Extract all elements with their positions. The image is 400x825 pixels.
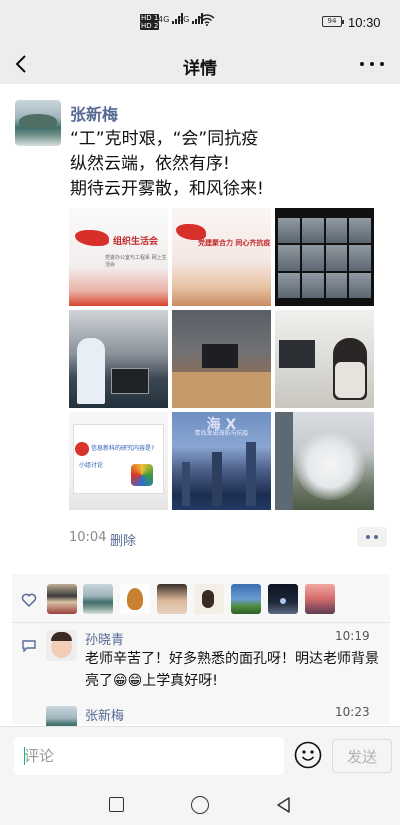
post-line: 期待云开雾散，和风徐来! [70, 179, 264, 199]
tower-shape [246, 442, 256, 506]
photo-subtitle: 党委办公室与工程系 网上生活会 [105, 255, 167, 268]
tower-shape [212, 452, 222, 506]
liker-avatar[interactable] [47, 584, 77, 614]
photo-monitor [279, 340, 315, 368]
recent-apps-icon[interactable] [109, 797, 124, 812]
text-caret [24, 747, 25, 765]
battery-icon: 94 [322, 16, 344, 27]
flag-icon [75, 230, 109, 246]
page-title: 详情 [183, 59, 217, 79]
likes-comments-panel: 孙晓青 10:19 老师辛苦了！好多熟悉的面孔呀！明达老师背景亮了😁😁上学真好呀… [12, 574, 390, 737]
comment-time: 10:19 [335, 629, 370, 643]
photo-thumbnail[interactable] [275, 208, 374, 306]
divider [12, 622, 390, 623]
photo-watermark: 海 X [206, 417, 237, 433]
sim2-label: HD 2 [140, 22, 160, 30]
photo-grid: 组织生活会 党委办公室与工程系 网上生活会 党建聚合力 同心齐抗疫 信息新科的研… [69, 208, 374, 510]
liker-avatar[interactable] [120, 584, 150, 614]
photo-thumbnail[interactable] [69, 310, 168, 408]
photo-title: 组织生活会 [113, 237, 159, 247]
photo-thumbnail[interactable] [172, 310, 271, 408]
photo-thumbnail[interactable] [275, 412, 374, 510]
photo-thumbnail[interactable]: 组织生活会 党委办公室与工程系 网上生活会 [69, 208, 168, 306]
blossom-tree [295, 430, 365, 500]
delete-link[interactable]: 删除 [110, 530, 136, 549]
liker-avatar[interactable] [231, 584, 261, 614]
photo-person [333, 338, 367, 400]
building-shape [275, 412, 293, 510]
post-timestamp: 10:04 [69, 530, 107, 545]
sim1-label: HD 1 [140, 14, 160, 22]
photo-monitor [202, 344, 238, 368]
commenter-name[interactable]: 孙晓青 [85, 629, 124, 648]
title-bar: 详情 [0, 44, 400, 84]
wifi-icon [199, 14, 215, 26]
author-name[interactable]: 张新梅 [70, 101, 118, 125]
photo-thumbnail[interactable] [275, 310, 374, 408]
comment-text: 老师辛苦了！好多熟悉的面孔呀！明达老师背景亮了😁😁上学真好呀! [85, 651, 379, 689]
status-bar: HD 1 HD 2 4G 4G 94 10:30 [0, 0, 400, 44]
photo-person [77, 338, 105, 404]
send-button[interactable]: 发送 [332, 739, 392, 773]
emoji-icon[interactable] [294, 741, 322, 769]
liker-avatar[interactable] [268, 584, 298, 614]
post-line: “工”克时艰，“会”同抗疫 [70, 129, 259, 149]
system-nav-bar [0, 782, 400, 825]
comment-time: 10:23 [335, 705, 370, 719]
more-dots-icon[interactable] [360, 54, 384, 74]
slide-label: 小组讨论 [79, 462, 104, 469]
photo-thumbnail[interactable]: 党建聚合力 同心齐抗疫 [172, 208, 271, 306]
commenter-avatar[interactable] [46, 630, 77, 661]
comment-input[interactable] [14, 737, 284, 775]
photo-thumbnail[interactable]: 青岛发出海防与抗疫 海 X [172, 412, 271, 510]
video-call-tiles [278, 218, 371, 298]
comment-input-bar: 发送 [0, 726, 400, 782]
slide-question: 信息新科的研究内容是? [91, 445, 155, 452]
like-comment-button[interactable] [357, 527, 387, 547]
photo-monitor [111, 368, 149, 394]
post-line: 纵然云端，依然有序! [70, 154, 230, 174]
back-triangle-icon[interactable] [275, 796, 293, 814]
photo-title: 党建聚合力 同心齐抗疫 [198, 239, 271, 247]
comment-icon [22, 640, 36, 652]
heart-icon [21, 593, 37, 608]
clock: 10:30 [348, 15, 381, 30]
author-avatar[interactable] [15, 100, 61, 146]
cube-icon [131, 464, 153, 486]
liker-avatar[interactable] [83, 584, 113, 614]
photo-desk [172, 372, 271, 408]
liker-avatar[interactable] [305, 584, 335, 614]
commenter-name[interactable]: 张新梅 [85, 705, 124, 724]
net2-label: 4G [178, 15, 190, 24]
photo-thumbnail[interactable]: 信息新科的研究内容是? 小组讨论 [69, 412, 168, 510]
tower-shape [182, 462, 190, 506]
post-text: “工”克时艰，“会”同抗疫 纵然云端，依然有序! 期待云开雾散，和风徐来! [70, 127, 390, 202]
home-icon[interactable] [191, 796, 209, 814]
liker-avatar[interactable] [157, 584, 187, 614]
liker-avatar[interactable] [194, 584, 224, 614]
question-icon [75, 442, 89, 456]
net1-label: 4G [158, 15, 170, 24]
